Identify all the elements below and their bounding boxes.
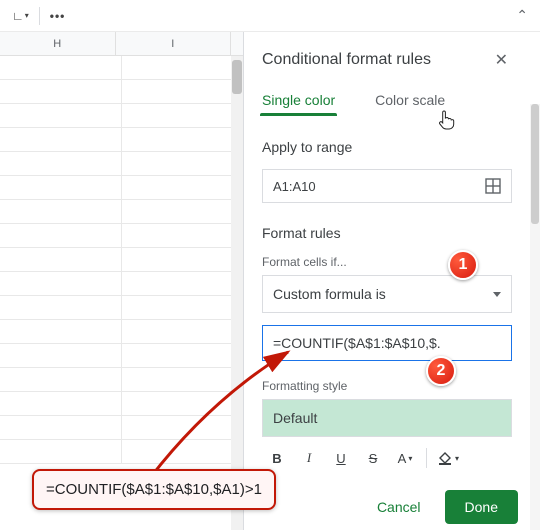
text-color-button[interactable]: A▾ <box>390 445 420 471</box>
tab-single-color[interactable]: Single color <box>262 92 335 116</box>
panel-scrollbar[interactable] <box>530 104 540 530</box>
toolbar-filter-dropdown[interactable]: ∟▾ <box>6 6 35 26</box>
pointer-cursor-icon <box>438 110 456 135</box>
formatting-style-label: Formatting style <box>262 379 512 393</box>
done-button[interactable]: Done <box>445 490 518 524</box>
chevron-down-icon <box>493 292 501 297</box>
toolbar-separator <box>39 7 40 25</box>
toolbar-collapse-button[interactable]: ⌃ <box>510 4 534 27</box>
scrollbar-thumb[interactable] <box>232 60 242 94</box>
formula-text: =COUNTIF($A$1:$A$10,$. <box>273 335 441 351</box>
callout-text: =COUNTIF($A$1:$A$10,$A1)>1 <box>46 481 262 498</box>
apply-range-field[interactable]: A1:A10 <box>262 169 512 203</box>
condition-value: Custom formula is <box>273 286 386 302</box>
tab-color-scale[interactable]: Color scale <box>375 92 445 116</box>
custom-formula-input[interactable]: =COUNTIF($A$1:$A$10,$. <box>262 325 512 361</box>
apply-to-range-label: Apply to range <box>262 139 512 155</box>
toolbar-more-button[interactable]: ••• <box>44 6 72 26</box>
close-panel-button[interactable]: ✕ <box>491 46 512 74</box>
underline-button[interactable]: U <box>326 445 356 471</box>
spreadsheet-grid[interactable]: H I <box>0 32 244 530</box>
condition-dropdown[interactable]: Custom formula is <box>262 275 512 313</box>
fill-color-button[interactable]: ▾ <box>433 445 463 471</box>
italic-button[interactable]: I <box>294 445 324 471</box>
col-header-h[interactable]: H <box>0 32 116 55</box>
panel-scrollbar-thumb[interactable] <box>531 104 539 224</box>
conditional-format-panel: Conditional format rules ✕ Single color … <box>244 32 540 530</box>
formula-callout: =COUNTIF($A$1:$A$10,$A1)>1 <box>32 469 276 510</box>
annotation-badge-1: 1 <box>448 250 478 280</box>
col-header-i[interactable]: I <box>116 32 232 55</box>
range-select-icon[interactable] <box>485 178 501 194</box>
bold-button[interactable]: B <box>262 445 292 471</box>
cancel-button[interactable]: Cancel <box>363 490 435 524</box>
toolbar-divider <box>426 448 427 468</box>
style-preview[interactable]: Default <box>262 399 512 437</box>
strikethrough-button[interactable]: S <box>358 445 388 471</box>
annotation-badge-2: 2 <box>426 356 456 386</box>
panel-title: Conditional format rules <box>262 51 431 69</box>
grid-vertical-scrollbar[interactable] <box>231 56 243 530</box>
format-rules-label: Format rules <box>262 225 512 241</box>
range-value: A1:A10 <box>273 179 316 194</box>
formatting-toolbar: B I U S A▾ ▾ <box>262 445 512 471</box>
